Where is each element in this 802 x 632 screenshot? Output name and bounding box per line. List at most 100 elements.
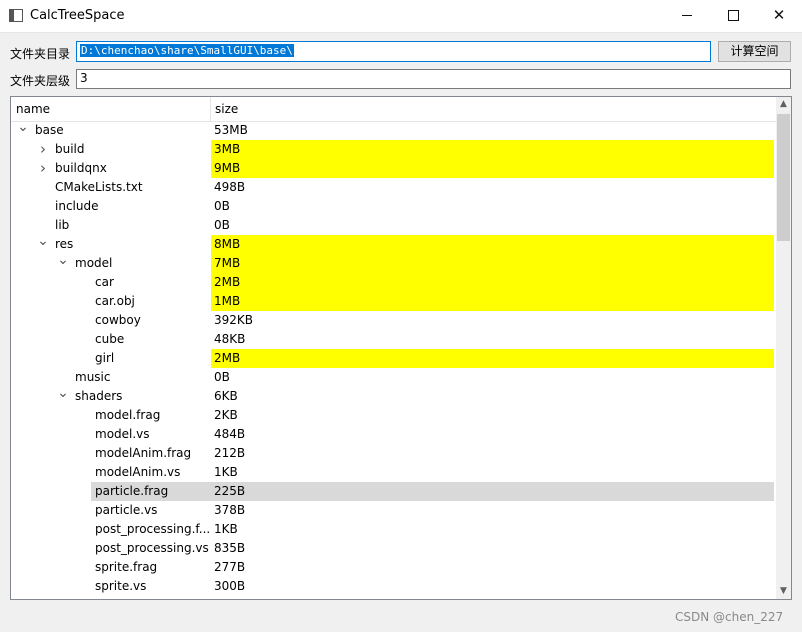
tree-item-size: 835B bbox=[214, 541, 246, 555]
chevron-down-icon[interactable]: ⌄ bbox=[15, 120, 31, 140]
tree-row[interactable]: › buildqnx 9MB bbox=[11, 159, 776, 178]
header-divider[interactable] bbox=[210, 97, 211, 121]
scroll-up-icon[interactable]: ▲ bbox=[776, 97, 791, 112]
tree-item-size-cell: 225B bbox=[211, 482, 774, 501]
tree-item-size-cell: 484B bbox=[211, 425, 774, 444]
maximize-icon bbox=[727, 10, 739, 21]
tree-item-size-cell: 277B bbox=[211, 558, 774, 577]
tree-item-name: lib bbox=[55, 218, 70, 232]
tree-item-size: 53MB bbox=[214, 123, 248, 137]
tree-item-size-cell: 378B bbox=[211, 501, 774, 520]
scroll-thumb[interactable] bbox=[777, 114, 790, 241]
tree-row[interactable]: cowboy 392KB bbox=[11, 311, 776, 330]
chevron-down-icon[interactable]: ⌄ bbox=[55, 386, 71, 406]
tree-item-size-cell: 0B bbox=[211, 216, 774, 235]
tree-row[interactable]: post_processing.vs 835B bbox=[11, 539, 776, 558]
tree-row[interactable]: car.obj 1MB bbox=[11, 292, 776, 311]
tree-item-size: 1KB bbox=[214, 522, 238, 536]
tree-row[interactable]: particle.vs 378B bbox=[11, 501, 776, 520]
tree-item-name: modelAnim.frag bbox=[95, 446, 192, 460]
maximize-button[interactable] bbox=[710, 0, 756, 32]
tree-item-size-cell: 835B bbox=[211, 539, 774, 558]
chevron-right-icon[interactable]: › bbox=[35, 140, 51, 159]
tree-item-size: 212B bbox=[214, 446, 246, 460]
tree-item-name: post_processing.f... bbox=[95, 522, 211, 536]
tree-item-size: 0B bbox=[214, 218, 230, 232]
close-button[interactable]: ✕ bbox=[756, 0, 802, 32]
tree-item-name: cowboy bbox=[95, 313, 141, 327]
tree-item-size: 498B bbox=[214, 180, 246, 194]
tree-item-name: music bbox=[75, 370, 111, 384]
tree-row[interactable]: CMakeLists.txt 498B bbox=[11, 178, 776, 197]
tree-item-name: build bbox=[55, 142, 85, 156]
tree-row[interactable]: lib 0B bbox=[11, 216, 776, 235]
tree-row[interactable]: ⌄ shaders 6KB bbox=[11, 386, 776, 406]
tree-item-size-cell: 1KB bbox=[211, 463, 774, 482]
tree-row[interactable]: cube 48KB bbox=[11, 330, 776, 349]
tree-view[interactable]: name size ⌄ base 53MB › build 3MB › buildqnx 9MB… bbox=[10, 96, 792, 600]
chevron-down-icon[interactable]: ⌄ bbox=[55, 253, 71, 273]
tree-item-size-cell: 2MB bbox=[211, 349, 774, 368]
tree-item-size-cell: 53MB bbox=[211, 121, 774, 140]
tree-item-size: 225B bbox=[214, 484, 246, 498]
tree-row[interactable]: girl 2MB bbox=[11, 349, 776, 368]
minimize-button[interactable] bbox=[664, 0, 710, 32]
chevron-down-icon[interactable]: ⌄ bbox=[35, 234, 51, 254]
tree-item-size: 2MB bbox=[214, 275, 241, 289]
tree-row[interactable]: ⌄ base 53MB bbox=[11, 120, 776, 140]
tree-item-name: girl bbox=[95, 351, 115, 365]
tree-item-size: 48KB bbox=[214, 332, 246, 346]
tree-item-size: 1MB bbox=[214, 294, 241, 308]
dir-input[interactable]: D:\chenchao\share\SmallGUI\base\ bbox=[76, 41, 711, 62]
tree-item-name: car bbox=[95, 275, 114, 289]
tree-item-size-cell: 498B bbox=[211, 178, 774, 197]
tree-item-size-cell: 0B bbox=[211, 368, 774, 387]
tree-item-size: 8MB bbox=[214, 237, 241, 251]
tree-row[interactable]: car 2MB bbox=[11, 273, 776, 292]
tree-item-name: cube bbox=[95, 332, 125, 346]
tree-row[interactable]: post_processing.f... 1KB bbox=[11, 520, 776, 539]
vertical-scrollbar[interactable]: ▲ ▼ bbox=[776, 97, 791, 599]
tree-row[interactable]: sprite.frag 277B bbox=[11, 558, 776, 577]
tree-row[interactable]: model.frag 2KB bbox=[11, 406, 776, 425]
tree-item-size-cell: 48KB bbox=[211, 330, 774, 349]
dir-label: 文件夹目录 bbox=[10, 47, 71, 61]
tree-item-size: 2KB bbox=[214, 408, 238, 422]
tree-item-size-cell: 392KB bbox=[211, 311, 774, 330]
tree-item-size: 378B bbox=[214, 503, 246, 517]
chevron-right-icon[interactable]: › bbox=[35, 159, 51, 178]
tree-item-size-cell: 2MB bbox=[211, 273, 774, 292]
tree-row[interactable]: modelAnim.frag 212B bbox=[11, 444, 776, 463]
tree-row[interactable]: sprite.vs 300B bbox=[11, 577, 776, 596]
tree-item-size: 9MB bbox=[214, 161, 241, 175]
tree-item-size-cell: 7MB bbox=[211, 254, 774, 273]
tree-item-name: sprite.vs bbox=[95, 579, 147, 593]
tree-item-size: 0B bbox=[214, 370, 230, 384]
tree-row[interactable]: music 0B bbox=[11, 368, 776, 387]
watermark: CSDN @chen_227 bbox=[675, 610, 784, 624]
tree-row[interactable]: ⌄ res 8MB bbox=[11, 234, 776, 254]
depth-input[interactable]: 3 bbox=[76, 69, 791, 89]
tree-item-size: 7MB bbox=[214, 256, 241, 270]
tree-item-size: 2MB bbox=[214, 351, 241, 365]
tree-row[interactable]: ⌄ model 7MB bbox=[11, 253, 776, 273]
tree-item-name: base bbox=[35, 123, 64, 137]
calc-space-button[interactable]: 计算空间 bbox=[718, 41, 791, 62]
scroll-down-icon[interactable]: ▼ bbox=[776, 584, 791, 599]
tree-row[interactable]: model.vs 484B bbox=[11, 425, 776, 444]
tree-item-size: 484B bbox=[214, 427, 246, 441]
tree-item-size-cell: 2KB bbox=[211, 406, 774, 425]
tree-row[interactable]: include 0B bbox=[11, 197, 776, 216]
close-icon: ✕ bbox=[772, 6, 786, 24]
tree-item-name: model.frag bbox=[95, 408, 161, 422]
tree-row[interactable]: modelAnim.vs 1KB bbox=[11, 463, 776, 482]
tree-item-name: modelAnim.vs bbox=[95, 465, 181, 479]
tree-item-name: model bbox=[75, 256, 113, 270]
tree-row[interactable]: › build 3MB bbox=[11, 140, 776, 159]
tree-item-size-cell: 1KB bbox=[211, 520, 774, 539]
header-size[interactable]: size bbox=[215, 102, 238, 116]
header-name[interactable]: name bbox=[16, 102, 50, 116]
title-bar: CalcTreeSpace ✕ bbox=[0, 0, 802, 33]
tree-row[interactable]: particle.frag 225B bbox=[11, 482, 776, 501]
tree-item-size-cell: 0B bbox=[211, 197, 774, 216]
